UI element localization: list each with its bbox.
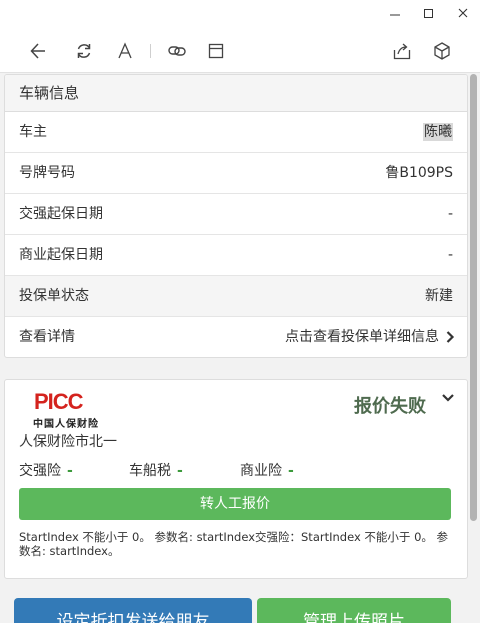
quote-card: PICC 中国人保财险 报价失败 人保财险市北一 交强险 - 车船税 - 商业险 - … <box>4 379 468 579</box>
manage-photos-button[interactable]: 管理上传照片 <box>257 598 451 623</box>
row-label: 号牌号码 <box>19 165 75 181</box>
scrollbar-thumb[interactable] <box>470 74 477 521</box>
vehicle-info-panel: 车辆信息 车主 陈曦 号牌号码 鲁B109PS 交强起保日期 - 商业起保日期 … <box>4 74 468 358</box>
minimize-icon <box>390 14 400 16</box>
manual-quote-button[interactable]: 转人工报价 <box>19 488 451 520</box>
insurance-value: - <box>288 463 294 479</box>
row-label: 查看详情 <box>19 329 75 345</box>
row-commercial-start-date: 商业起保日期 - <box>5 235 467 276</box>
quote-status: 报价失败 <box>354 396 426 417</box>
minimize-button[interactable] <box>383 4 407 24</box>
share-button[interactable] <box>388 38 416 64</box>
back-arrow-icon <box>30 43 45 59</box>
insurance-label: 商业险 <box>240 463 282 479</box>
row-compulsory-start-date: 交强起保日期 - <box>5 194 467 235</box>
picc-logo-subtitle: 中国人保财险 <box>33 419 99 430</box>
back-button[interactable] <box>24 38 52 64</box>
page-content: 车辆信息 车主 陈曦 号牌号码 鲁B109PS 交强起保日期 - 商业起保日期 … <box>0 72 480 623</box>
row-label: 商业起保日期 <box>19 247 103 263</box>
insurance-label: 交强险 <box>19 463 61 479</box>
chevron-down-icon[interactable] <box>441 392 455 404</box>
insurance-value: - <box>67 463 73 479</box>
share-icon <box>393 43 411 60</box>
commercial-start-date-value: - <box>447 247 453 263</box>
insurer-name: 人保财险市北一 <box>19 434 117 450</box>
row-label: 投保单状态 <box>19 288 89 304</box>
cube-icon <box>434 42 450 60</box>
compulsory-insurance: 交强险 - <box>19 460 73 480</box>
refresh-icon <box>77 44 91 58</box>
plate-number-value: 鲁B109PS <box>385 165 453 181</box>
compulsory-start-date-value: - <box>447 206 453 222</box>
copy-link-button[interactable] <box>163 38 191 64</box>
policy-status-value: 新建 <box>425 288 453 304</box>
toolbar <box>0 28 480 73</box>
maximize-button[interactable] <box>417 4 441 24</box>
error-message: StartIndex 不能小于 0。 参数名: startIndex交强险：St… <box>19 530 449 558</box>
link-icon <box>168 46 186 56</box>
chevron-right-icon <box>446 331 455 343</box>
font-icon <box>118 42 132 59</box>
close-window-button[interactable] <box>451 4 475 24</box>
vehicle-info-header: 车辆信息 <box>5 75 467 112</box>
row-label: 车主 <box>19 124 47 140</box>
insurance-value: - <box>177 463 183 479</box>
insurance-label: 车船税 <box>129 463 171 479</box>
open-window-button[interactable] <box>202 38 230 64</box>
extension-button[interactable] <box>428 38 456 64</box>
row-owner: 车主 陈曦 <box>5 112 467 153</box>
window-icon <box>208 43 224 59</box>
row-view-details[interactable]: 查看详情 点击查看投保单详细信息 <box>5 317 467 357</box>
vehicle-tax: 车船税 - <box>129 460 183 480</box>
refresh-button[interactable] <box>70 38 98 64</box>
owner-value: 陈曦 <box>423 123 453 141</box>
toolbar-divider <box>150 44 151 58</box>
commercial-insurance: 商业险 - <box>240 460 294 480</box>
row-policy-status: 投保单状态 新建 <box>5 276 467 317</box>
font-size-button[interactable] <box>111 38 139 64</box>
close-icon <box>458 8 468 18</box>
picc-logo: PICC <box>34 389 84 414</box>
row-label: 交强起保日期 <box>19 206 103 222</box>
title-bar <box>0 0 480 28</box>
maximize-icon <box>424 9 433 18</box>
view-details-link[interactable]: 点击查看投保单详细信息 <box>285 317 453 357</box>
row-plate-number: 号牌号码 鲁B109PS <box>5 153 467 194</box>
send-discount-button[interactable]: 设定折扣发送给朋友 <box>14 598 252 623</box>
